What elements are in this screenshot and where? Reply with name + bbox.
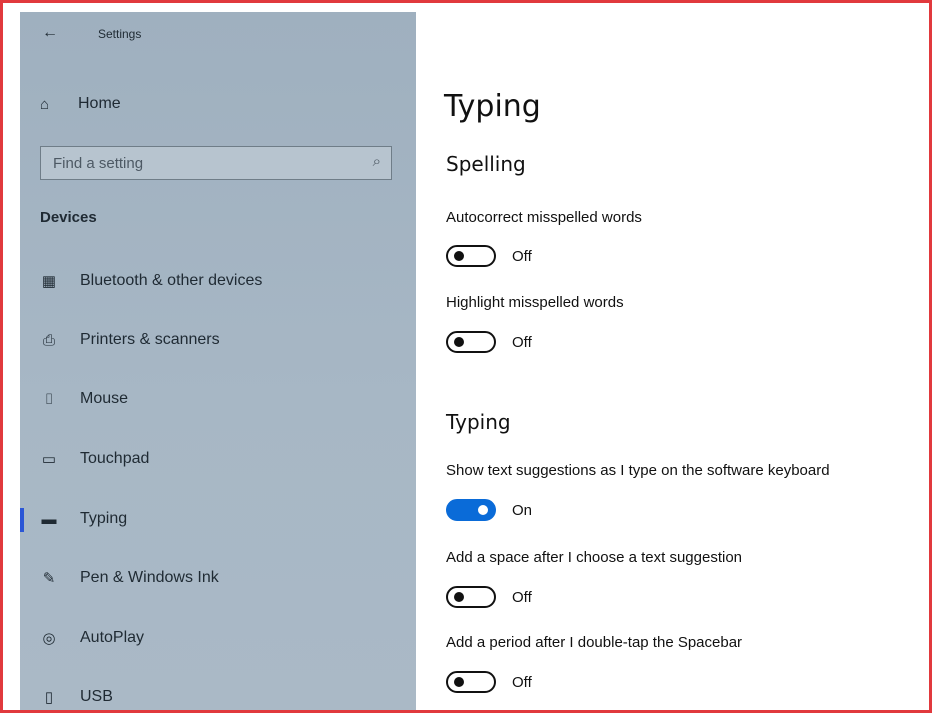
add-period-toggle[interactable] [446, 671, 496, 693]
search-input[interactable]: Find a setting ⌕ [40, 146, 392, 180]
toggle-knob [478, 505, 488, 515]
home-label: Home [78, 95, 121, 112]
sidebar-item-autoplay[interactable]: ◎ AutoPlay [20, 609, 416, 667]
sidebar: ← Settings ⌂ Home Find a setting ⌕ Devic… [20, 12, 416, 710]
bluetooth-devices-icon: ▦ [41, 273, 57, 290]
app-title: Settings [98, 27, 142, 41]
typing-heading: Typing [446, 410, 511, 434]
sidebar-item-printers[interactable]: ⎙ Printers & scanners [20, 311, 416, 369]
text-suggestions-label: Show text suggestions as I type on the s… [446, 462, 830, 479]
toggle-knob [454, 677, 464, 687]
touchpad-icon: ▭ [41, 451, 57, 468]
sidebar-item-label: Pen & Windows Ink [80, 569, 219, 586]
sidebar-item-bluetooth[interactable]: ▦ Bluetooth & other devices [20, 252, 416, 310]
toggle-knob [454, 337, 464, 347]
sidebar-item-label: Mouse [80, 390, 129, 407]
home-icon: ⌂ [40, 95, 50, 113]
keyboard-icon: ▬ [41, 510, 57, 528]
add-period-label: Add a period after I double-tap the Spac… [446, 634, 743, 651]
content-panel: Typing Spelling Autocorrect misspelled w… [416, 12, 929, 710]
sidebar-item-label: Typing [80, 510, 128, 527]
title-bar: ← Settings [20, 12, 416, 52]
add-space-label: Add a space after I choose a text sugges… [446, 549, 743, 566]
back-arrow-icon[interactable]: ← [42, 24, 58, 42]
pen-icon: ✎ [42, 570, 56, 587]
text-suggestions-toggle[interactable] [446, 499, 496, 521]
autocorrect-state: Off [512, 248, 532, 265]
window-frame: ← Settings ⌂ Home Find a setting ⌕ Devic… [0, 0, 932, 713]
add-space-toggle[interactable] [446, 586, 496, 608]
sidebar-item-label: Bluetooth & other devices [80, 272, 263, 289]
page-title: Typing [444, 89, 541, 124]
spelling-heading: Spelling [446, 152, 526, 176]
add-space-state: Off [512, 589, 532, 606]
search-icon[interactable]: ⌕ [373, 153, 381, 170]
search-placeholder: Find a setting [53, 155, 144, 172]
toggle-knob [454, 251, 464, 261]
autoplay-icon: ◎ [42, 630, 56, 647]
sidebar-item-touchpad[interactable]: ▭ Touchpad [20, 430, 416, 488]
autocorrect-toggle[interactable] [446, 245, 496, 267]
usb-icon: ▯ [44, 689, 54, 706]
sidebar-item-pen[interactable]: ✎ Pen & Windows Ink [20, 549, 416, 607]
sidebar-item-label: AutoPlay [80, 629, 145, 646]
printer-icon: ⎙ [42, 331, 55, 349]
sidebar-item-label: Printers & scanners [80, 331, 220, 348]
sidebar-item-mouse[interactable]: ⌷ Mouse [20, 370, 416, 428]
mouse-icon: ⌷ [44, 390, 54, 408]
text-suggestions-state: On [512, 502, 533, 519]
sidebar-item-label: Touchpad [80, 450, 150, 467]
section-heading: Devices [40, 209, 97, 226]
sidebar-item-label: USB [80, 688, 113, 705]
sidebar-item-usb[interactable]: ▯ USB [20, 668, 416, 710]
add-period-state: Off [512, 674, 532, 691]
autocorrect-label: Autocorrect misspelled words [446, 209, 642, 226]
highlight-toggle[interactable] [446, 331, 496, 353]
highlight-label: Highlight misspelled words [446, 294, 624, 311]
toggle-knob [454, 592, 464, 602]
highlight-state: Off [512, 334, 532, 351]
sidebar-item-typing[interactable]: ▬ Typing [20, 490, 416, 548]
sidebar-item-home[interactable]: ⌂ Home [40, 95, 121, 113]
